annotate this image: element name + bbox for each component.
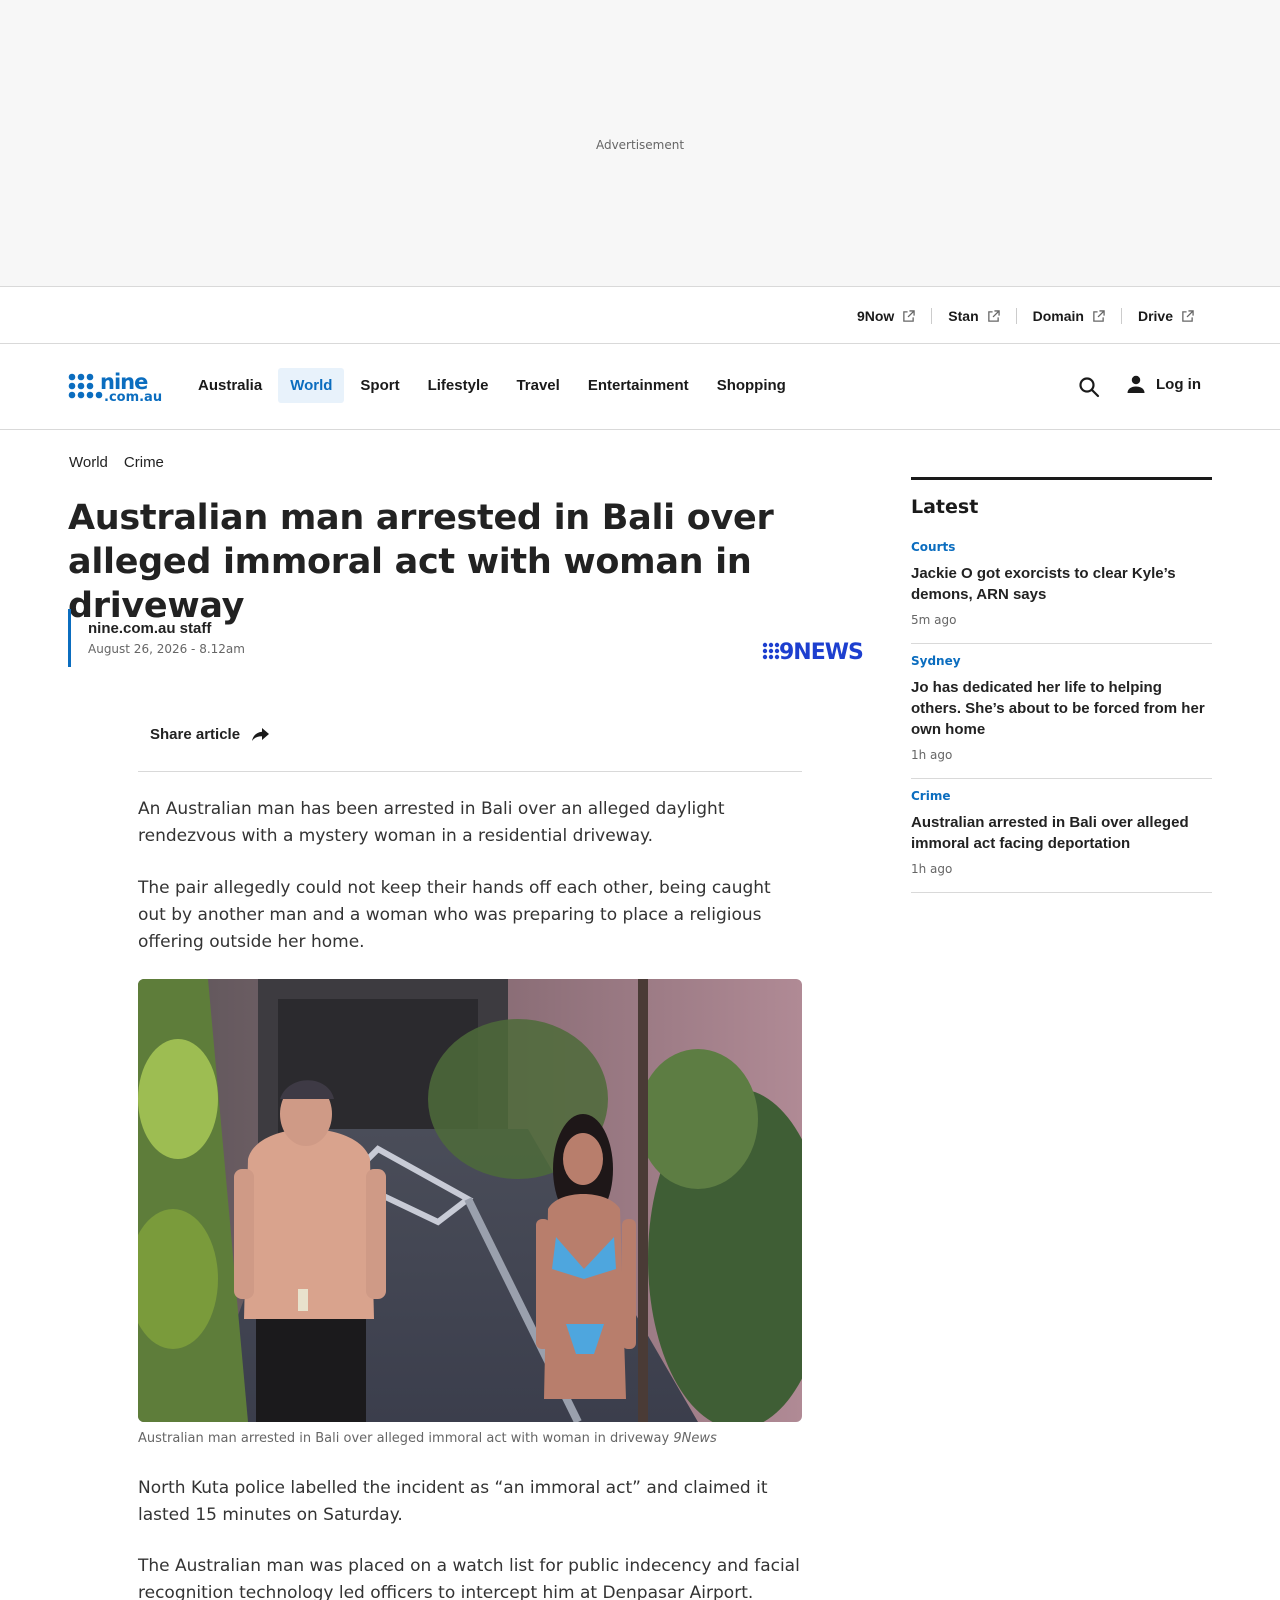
advertisement-slot: Advertisement [0,0,1280,287]
share-article-button[interactable]: Share article [150,726,270,743]
user-icon [1127,375,1145,393]
share-row: Share article [138,722,802,772]
nav-item-australia[interactable]: Australia [186,368,274,403]
external-link-icon [987,309,1000,322]
partner-link-label: Drive [1137,308,1173,324]
breadcrumb-world[interactable]: World [69,454,108,471]
svg-text:.com.au: .com.au [104,390,162,404]
partner-link-label: Domain [1032,308,1084,324]
partner-link-label: 9Now [856,308,895,324]
image-caption: Australian man arrested in Bali over all… [138,1431,802,1446]
nav-item-shopping[interactable]: Shopping [705,368,798,403]
nav-item-lifestyle[interactable]: Lifestyle [416,368,501,403]
9news-logo: 9NEWS [762,640,864,662]
advertisement-label: Advertisement [595,138,685,152]
login-button[interactable]: Log in [1126,374,1201,394]
latest-item[interactable]: Sydney Jo has dedicated her life to help… [911,644,1212,779]
search-icon[interactable] [1078,376,1100,398]
share-arrow-icon [252,727,270,741]
external-link-icon [903,309,916,322]
article-paragraph: North Kuta police labelled the incident … [138,1478,768,1525]
latest-item-category[interactable]: Sydney [911,654,1212,668]
publish-date: August 26, 2026 - 8.12am [88,642,245,656]
latest-sidebar: Latest Courts Jackie O got exorcists to … [911,477,1212,893]
latest-item-headline[interactable]: Australian arrested in Bali over alleged… [911,812,1212,854]
article-paragraph: The pair allegedly could not keep their … [138,878,771,952]
partner-link-stan[interactable]: Stan [931,308,1015,324]
brand-label: 9NEWS [779,640,863,662]
latest-item-headline[interactable]: Jo has dedicated her life to helping oth… [911,677,1212,740]
nav-item-entertainment[interactable]: Entertainment [576,368,701,403]
nav-item-sport[interactable]: Sport [348,368,411,403]
latest-item-time: 1h ago [911,862,953,876]
login-label: Log in [1156,375,1201,393]
sidebar-divider [911,477,1212,480]
latest-item-headline[interactable]: Jackie O got exorcists to clear Kyle’s d… [911,563,1212,605]
partner-link-domain[interactable]: Domain [1015,308,1121,324]
breadcrumb-crime[interactable]: Crime [124,454,164,471]
latest-item-category[interactable]: Crime [911,789,1212,803]
latest-item[interactable]: Courts Jackie O got exorcists to clear K… [911,530,1212,644]
breadcrumb: World Crime [69,454,180,471]
main-navigation: nine .com.au Australia World Sport Lifes… [0,344,1280,430]
image-credit: 9News [673,1431,717,1446]
partner-bar: 9Now Stan Domain Drive [0,288,1280,344]
byline: nine.com.au staff August 26, 2026 - 8.12… [68,609,288,667]
partner-link-label: Stan [948,308,979,324]
external-link-icon [1093,309,1105,322]
article-hero-image[interactable] [138,979,802,1422]
author-name: nine.com.au staff [88,620,212,637]
latest-item-time: 5m ago [911,613,957,627]
nav-menu: Australia World Sport Lifestyle Travel E… [186,368,802,403]
nav-item-world[interactable]: World [278,368,345,403]
nav-item-travel[interactable]: Travel [504,368,571,403]
latest-item-time: 1h ago [911,748,953,762]
partner-links: 9Now Stan Domain Drive [841,288,1210,344]
partner-link-drive[interactable]: Drive [1120,308,1210,324]
article-paragraph: An Australian man has been arrested in B… [138,799,725,846]
latest-item-category[interactable]: Courts [911,540,1212,554]
sidebar-title: Latest [911,496,979,518]
partner-link-9now[interactable]: 9Now [841,308,931,324]
image-caption-text: Australian man arrested in Bali over all… [138,1431,670,1446]
article-paragraph: The Australian man was placed on a watch… [138,1556,800,1600]
share-label: Share article [150,726,241,743]
external-link-icon [1182,309,1194,322]
latest-item[interactable]: Crime Australian arrested in Bali over a… [911,779,1212,893]
nine-logo[interactable]: nine .com.au [68,370,172,404]
